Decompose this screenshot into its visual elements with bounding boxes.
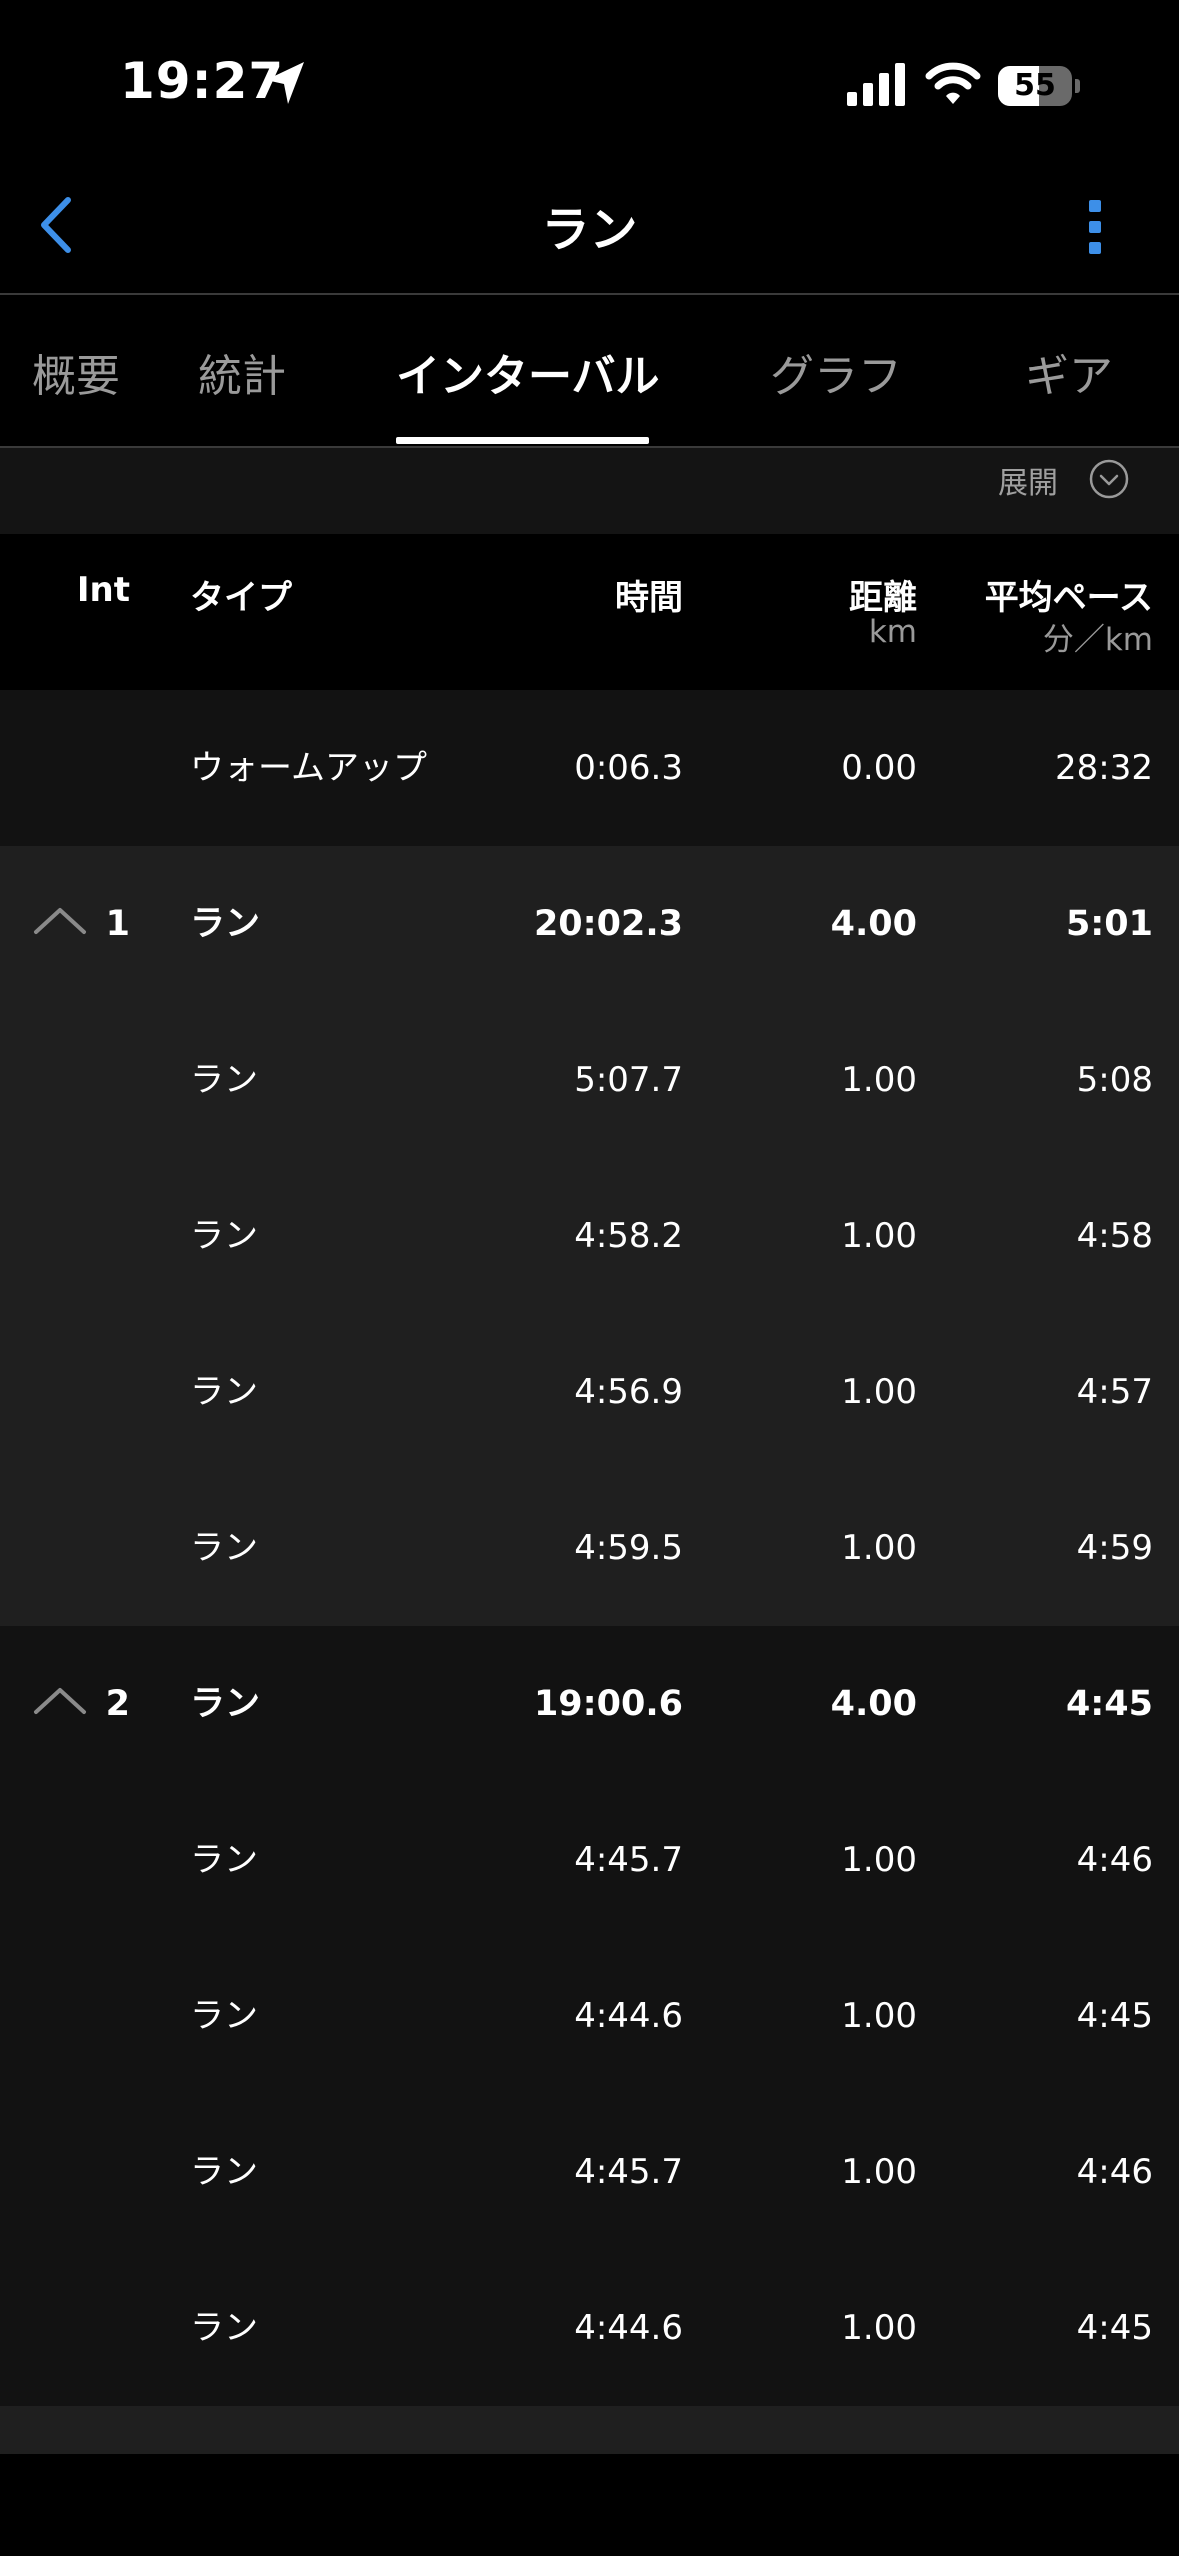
expand-all-button[interactable]: 展開 bbox=[998, 458, 1058, 502]
table-row[interactable]: ラン 4:45.7 1.00 4:46 bbox=[0, 2094, 1179, 2250]
row-interval-number: 1 bbox=[105, 904, 130, 944]
row-pace: 4:46 bbox=[1076, 2152, 1153, 2192]
row-distance: 1.00 bbox=[841, 1996, 917, 2036]
row-type: ウォームアップ bbox=[190, 748, 427, 788]
row-time: 4:58.2 bbox=[574, 1216, 683, 1256]
wifi-icon bbox=[925, 62, 981, 104]
row-pace: 4:58 bbox=[1076, 1216, 1153, 1256]
row-time: 4:59.5 bbox=[574, 1528, 683, 1568]
row-pace: 4:57 bbox=[1076, 1372, 1153, 1412]
pace-unit: 分／km bbox=[1042, 622, 1153, 658]
location-arrow-icon bbox=[266, 62, 304, 104]
table-row[interactable]: ラン 5:07.7 1.00 5:08 bbox=[0, 1002, 1179, 1158]
row-distance: 1.00 bbox=[841, 1216, 917, 1256]
page-title: ラン bbox=[541, 202, 638, 258]
row-time: 19:00.6 bbox=[533, 1684, 683, 1724]
row-type: ラン bbox=[190, 1840, 258, 1880]
table-row[interactable]: ラン 4:44.6 1.00 4:45 bbox=[0, 1938, 1179, 2094]
table-header: Int タイプ 時間 距離 km 平均ペース 分／km bbox=[0, 534, 1179, 690]
row-type: ラン bbox=[190, 2308, 258, 2348]
row-type: ラン bbox=[190, 2152, 258, 2192]
row-time: 4:45.7 bbox=[574, 1840, 683, 1880]
table-row[interactable]: ラン 4:56.9 1.00 4:57 bbox=[0, 1314, 1179, 1470]
interval-summary-row[interactable]: 1 ラン 20:02.3 4.00 5:01 bbox=[0, 846, 1179, 1002]
row-pace: 4:46 bbox=[1076, 1840, 1153, 1880]
row-distance: 1.00 bbox=[841, 1840, 917, 1880]
expand-chevron-circle-icon[interactable] bbox=[1089, 459, 1129, 499]
row-type: ラン bbox=[190, 1060, 258, 1100]
nav-divider bbox=[0, 293, 1179, 295]
interval-summary-row[interactable]: 2 ラン 19:00.6 4.00 4:45 bbox=[0, 1626, 1179, 1782]
row-type: ラン bbox=[190, 1996, 258, 2036]
table-footer-divider bbox=[0, 2406, 1179, 2454]
table-row[interactable]: ラン 4:44.6 1.00 4:45 bbox=[0, 2250, 1179, 2406]
row-time: 4:44.6 bbox=[574, 2308, 683, 2348]
row-pace: 5:08 bbox=[1076, 1060, 1153, 1100]
row-type: ラン bbox=[190, 1216, 258, 1256]
row-time: 4:45.7 bbox=[574, 2152, 683, 2192]
tab-graphs[interactable]: グラフ bbox=[770, 340, 902, 404]
row-pace: 4:59 bbox=[1076, 1528, 1153, 1568]
row-distance: 1.00 bbox=[841, 2308, 917, 2348]
row-type: ラン bbox=[190, 1372, 258, 1412]
cellular-signal-icon bbox=[847, 63, 905, 106]
row-distance: 1.00 bbox=[841, 1528, 917, 1568]
table-row-warmup[interactable]: ウォームアップ 0:06.3 0.00 28:32 bbox=[0, 690, 1179, 846]
row-pace: 28:32 bbox=[1055, 748, 1153, 788]
row-type: ラン bbox=[190, 1528, 258, 1568]
row-pace: 4:45 bbox=[1076, 2308, 1153, 2348]
column-header-pace: 平均ペース bbox=[984, 578, 1153, 618]
column-header-type: タイプ bbox=[190, 578, 292, 618]
battery-percent: 55 bbox=[1014, 68, 1056, 103]
tab-overview[interactable]: 概要 bbox=[32, 340, 120, 404]
tab-stats[interactable]: 統計 bbox=[198, 340, 286, 404]
row-time: 20:02.3 bbox=[533, 904, 683, 944]
row-time: 0:06.3 bbox=[574, 748, 683, 788]
tab-intervals[interactable]: インターバル bbox=[396, 340, 660, 404]
column-header-int: Int bbox=[76, 570, 130, 610]
column-header-distance: 距離 bbox=[849, 578, 917, 618]
row-distance: 4.00 bbox=[830, 904, 917, 944]
row-time: 4:44.6 bbox=[574, 1996, 683, 2036]
battery-indicator: 55 bbox=[998, 66, 1080, 106]
table-row[interactable]: ラン 4:45.7 1.00 4:46 bbox=[0, 1782, 1179, 1938]
table-row[interactable]: ラン 4:58.2 1.00 4:58 bbox=[0, 1158, 1179, 1314]
row-type: ラン bbox=[190, 904, 261, 944]
active-tab-indicator bbox=[396, 437, 649, 444]
table-row[interactable]: ラン 4:59.5 1.00 4:59 bbox=[0, 1470, 1179, 1626]
status-time: 19:27 bbox=[120, 52, 285, 110]
row-distance: 1.00 bbox=[841, 2152, 917, 2192]
row-distance: 1.00 bbox=[841, 1372, 917, 1412]
row-interval-number: 2 bbox=[105, 1684, 130, 1724]
row-time: 5:07.7 bbox=[574, 1060, 683, 1100]
column-header-time: 時間 bbox=[615, 578, 683, 618]
more-options-icon[interactable] bbox=[1070, 192, 1120, 262]
tab-gear[interactable]: ギア bbox=[1025, 340, 1113, 404]
row-distance: 1.00 bbox=[841, 1060, 917, 1100]
row-time: 4:56.9 bbox=[574, 1372, 683, 1412]
row-pace: 4:45 bbox=[1076, 1996, 1153, 2036]
row-pace: 4:45 bbox=[1065, 1684, 1153, 1724]
distance-unit: km bbox=[868, 614, 917, 650]
row-type: ラン bbox=[190, 1684, 261, 1724]
row-distance: 4.00 bbox=[830, 1684, 917, 1724]
row-pace: 5:01 bbox=[1065, 904, 1153, 944]
row-distance: 0.00 bbox=[841, 748, 917, 788]
